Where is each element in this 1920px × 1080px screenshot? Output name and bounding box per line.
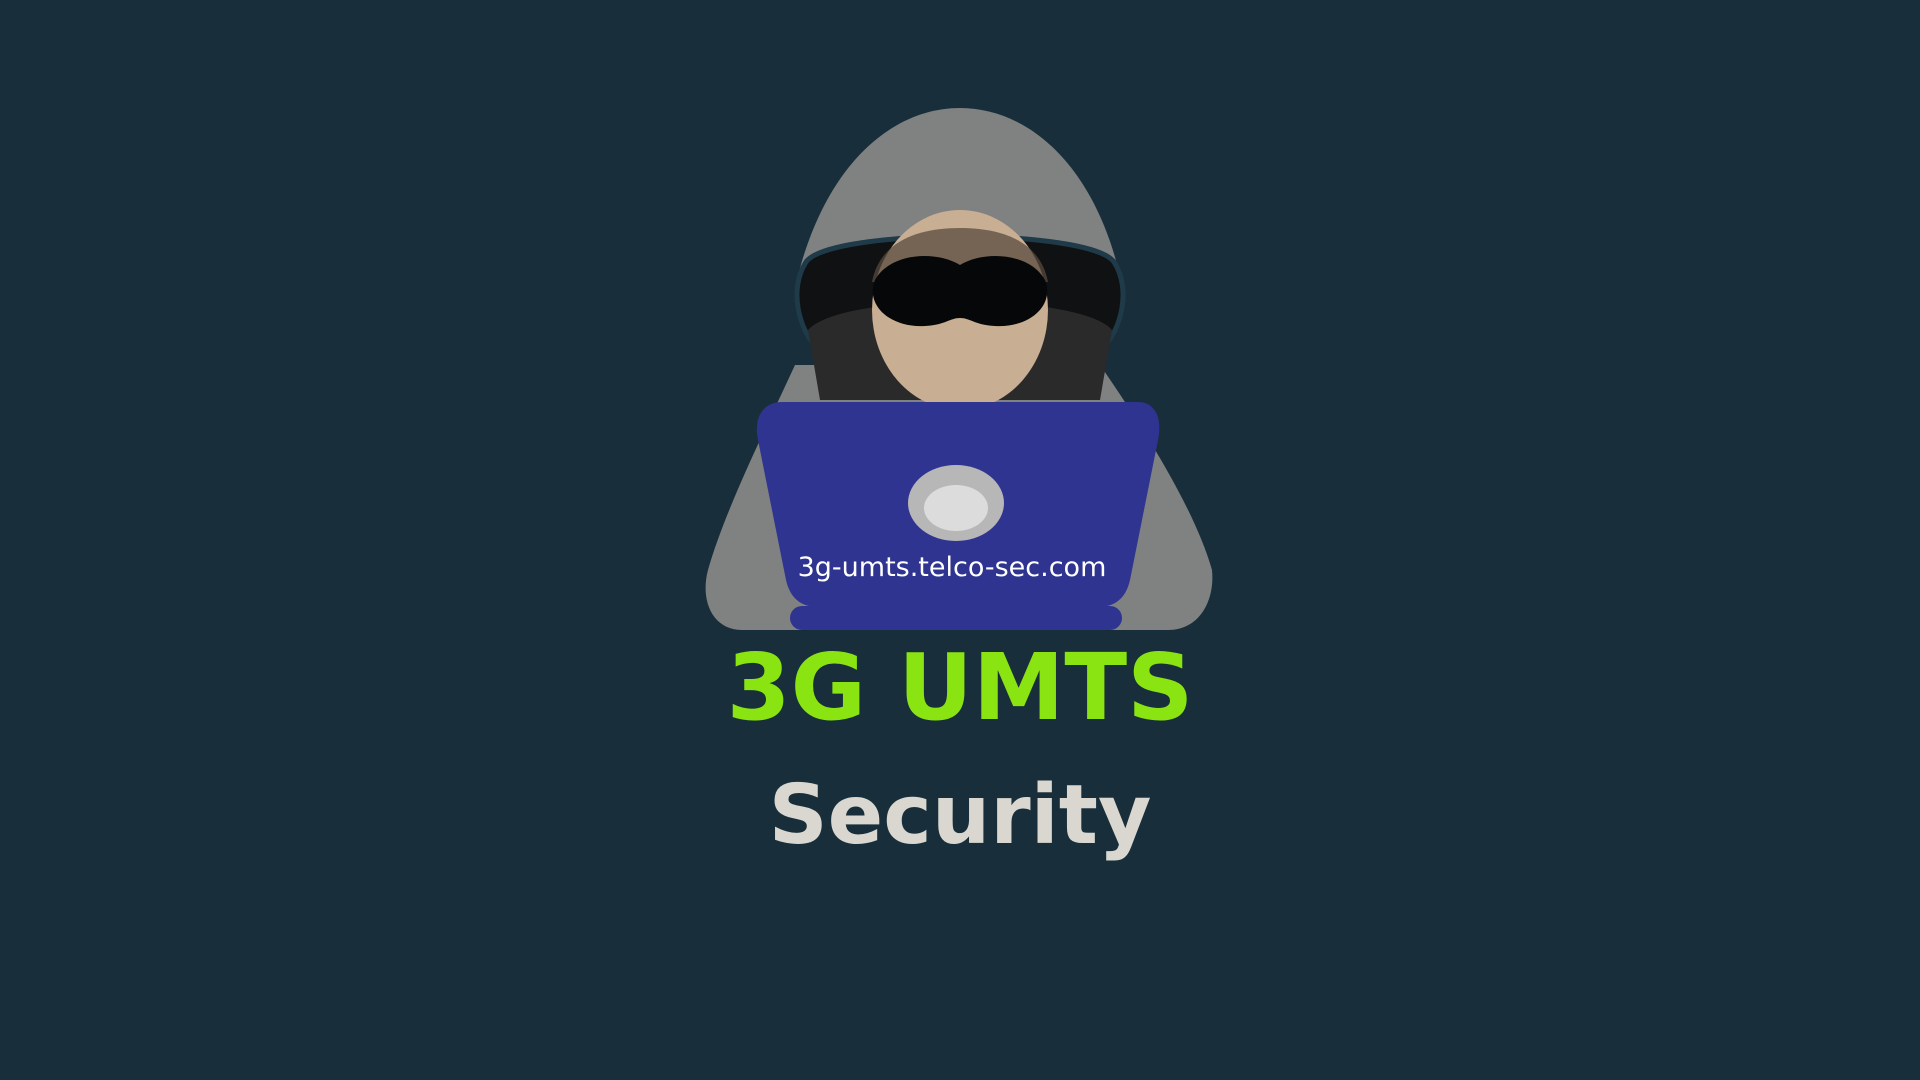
mask-icon [872,256,1048,327]
laptop-logo-inner [924,485,988,531]
laptop-base [790,606,1122,630]
banner-canvas: 3g-umts.telco-sec.com 3G UMTS Security [0,0,1920,1080]
laptop-url-text: 3g-umts.telco-sec.com [798,552,1107,583]
hacker-icon: 3g-umts.telco-sec.com [705,108,1213,630]
banner-title: 3G UMTS [726,634,1194,741]
banner-subtitle: Security [768,768,1152,863]
